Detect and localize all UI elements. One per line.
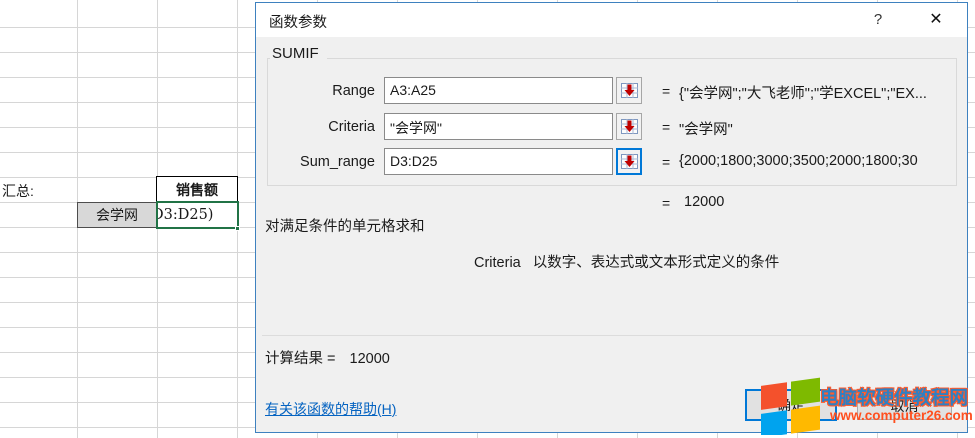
function-arguments-dialog: 函数参数 ? ✕ SUMIF Range A3:A25 = {"会学网";"大飞… [255, 2, 968, 433]
cell-site-name[interactable]: 会学网 [77, 202, 157, 228]
function-description: 对满足条件的单元格求和 [265, 215, 425, 236]
ok-button[interactable]: 确定 [745, 389, 837, 421]
range-result: {"会学网";"大飞老师";"学EXCEL";"EX... [679, 82, 956, 103]
sum-range-label: Sum_range [274, 154, 375, 170]
dialog-help-icon[interactable]: ? [863, 7, 893, 33]
dialog-title: 函数参数 [269, 11, 327, 32]
parameter-name: Criteria [474, 255, 521, 271]
range-equals: = [662, 83, 670, 99]
parameter-description: 以数字、表达式或文本形式定义的条件 [533, 255, 780, 271]
criteria-result: "会学网" [679, 118, 956, 139]
excel-screen: 汇总: 销售额 会学网 D3:D25) 函数参数 ? ✕ SUMIF Range… [0, 0, 975, 438]
function-help-link[interactable]: 有关该函数的帮助(H) [265, 399, 396, 419]
calc-result-label: 计算结果 = [265, 351, 336, 367]
criteria-label: Criteria [274, 119, 375, 135]
calc-result-value: 12000 [350, 351, 390, 367]
criteria-picker-button[interactable] [616, 113, 642, 140]
close-icon[interactable]: ✕ [921, 7, 951, 33]
criteria-equals: = [662, 119, 670, 135]
cancel-button[interactable]: 取消 [857, 391, 952, 420]
range-selector-icon [621, 83, 638, 98]
criteria-input[interactable]: "会学网" [384, 113, 613, 140]
range-input[interactable]: A3:A25 [384, 77, 613, 104]
sum-range-equals: = [662, 154, 670, 170]
parameter-help: Criteria 以数字、表达式或文本形式定义的条件 [474, 251, 779, 272]
function-name-label: SUMIF [270, 45, 327, 62]
sum-range-picker-button[interactable] [616, 148, 642, 175]
formula-result-value: 12000 [684, 194, 724, 210]
range-label: Range [274, 83, 375, 99]
active-cell-formula[interactable]: D3:D25) [156, 201, 239, 229]
formula-result-equals: = [662, 195, 670, 211]
formula-tail-text: D3:D25) [158, 207, 213, 223]
dialog-titlebar[interactable]: 函数参数 [256, 3, 967, 37]
fill-handle[interactable] [235, 226, 240, 231]
sum-range-input[interactable]: D3:D25 [384, 148, 613, 175]
cell-summary-label[interactable]: 汇总: [2, 181, 34, 201]
cell-sales-header[interactable]: 销售额 [156, 176, 238, 203]
range-picker-button[interactable] [616, 77, 642, 104]
sum-range-result: {2000;1800;3000;3500;2000;1800;30 [679, 153, 956, 169]
range-selector-icon [621, 154, 638, 169]
calc-result-row: 计算结果 = 12000 [265, 347, 390, 368]
bottom-separator [262, 335, 962, 336]
range-selector-icon [621, 119, 638, 134]
